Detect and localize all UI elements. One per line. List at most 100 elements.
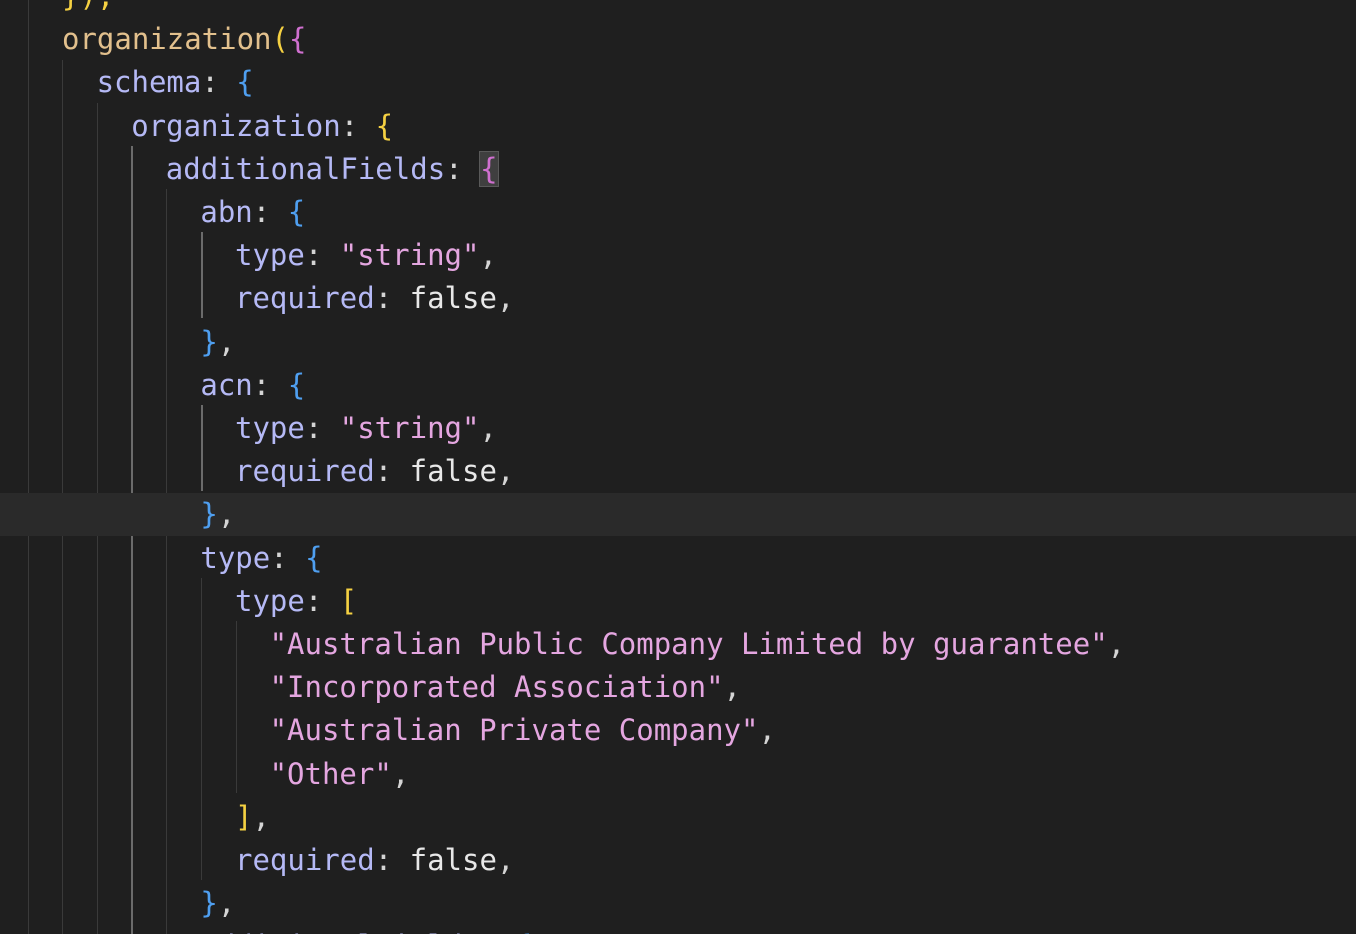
code-token: required [235,281,375,316]
code-token: : [252,367,288,402]
code-token: , [723,670,742,705]
code-line-content: acn: { [200,364,305,407]
code-line[interactable]: "Australian Private Company", [0,709,1356,752]
code-token: : [374,281,410,316]
code-line[interactable]: }, [0,882,1356,925]
code-token: , [217,886,236,921]
code-token: : [304,583,340,618]
code-token: type [200,540,271,575]
code-token: required [235,843,375,877]
code-line-content: type: "string", [235,234,497,277]
code-token: type [235,583,305,618]
code-token: { [288,22,307,57]
code-line[interactable]: additionalFields: { [0,925,1356,934]
code-token: , [217,324,236,359]
code-token: , [496,843,515,877]
code-token: : [374,843,410,877]
code-line[interactable]: type: "string", [0,234,1356,277]
code-token: organization [62,22,272,57]
code-token: , [217,497,236,532]
code-line-content: required: false, [235,839,514,882]
code-token: { [375,108,394,143]
code-line[interactable]: "Australian Public Company Limited by gu… [0,623,1356,666]
code-token: , [479,411,497,445]
code-token: , [496,454,515,489]
code-token: organization [131,108,341,143]
code-token: required [235,454,375,489]
code-token: "Australian Public Company Limited by gu… [269,627,1108,661]
code-editor[interactable]: });organization({schema: {organization: … [0,0,1356,934]
code-token: "string" [339,238,480,273]
code-token: : [201,65,237,100]
code-line-content: required: false, [235,450,514,493]
code-line-content: required: false, [235,277,514,320]
code-token: "Other" [269,756,392,791]
code-token: additionalFields [165,151,446,186]
code-line[interactable]: required: false, [0,277,1356,320]
code-token: : [374,454,410,489]
code-token: { [287,195,306,229]
code-line-current[interactable]: }, [0,493,1356,537]
code-line-content: type: { [200,537,322,580]
code-token: , [496,281,515,316]
code-token: , [252,799,270,834]
code-token: type [235,238,305,273]
code-line[interactable]: type: { [0,537,1356,580]
code-token: , [758,713,776,748]
code-line-content: "Incorporated Association", [270,666,741,709]
code-line-content: }, [200,321,235,364]
code-token: [ [339,583,358,618]
code-token: { [287,367,306,402]
code-token: false [409,454,497,489]
code-token: "string" [339,411,480,445]
code-line[interactable]: schema: { [0,61,1356,104]
code-token: ( [271,22,289,57]
code-line-content: additionalFields: { [200,925,532,934]
code-line-content: ], [235,796,270,839]
code-line[interactable]: ], [0,796,1356,839]
code-token: { [236,65,254,100]
code-token: : [480,929,515,934]
code-line-content: additionalFields: { [165,148,499,191]
code-line[interactable]: organization({ [0,18,1356,61]
code-token: type [235,411,305,445]
code-token: abn [200,195,253,229]
code-token: ] [235,799,253,834]
code-line[interactable]: type: [ [0,580,1356,623]
code-token: } [200,886,218,921]
code-token: acn [200,367,253,402]
code-line[interactable]: type: "string", [0,407,1356,450]
code-token: } [200,497,218,532]
code-line-content: organization: { [131,105,393,148]
code-token: schema [96,65,202,100]
code-token: { [305,540,323,575]
code-token: : [252,195,288,229]
code-token: false [409,843,497,877]
code-line-content: }, [200,493,235,536]
code-line-content: organization({ [62,18,306,61]
code-line[interactable]: }); [0,0,1356,18]
code-line[interactable]: additionalFields: { [0,148,1356,191]
code-line[interactable]: "Incorporated Association", [0,666,1356,709]
code-line-content: }, [200,882,235,925]
code-token: "Australian Private Company" [269,713,759,748]
code-token: { [515,929,532,934]
code-token: false [409,281,497,316]
code-token: , [479,238,497,273]
code-token: , [391,756,410,791]
code-line-content: abn: { [200,191,305,234]
code-line-content: }); [62,0,114,18]
code-line[interactable]: abn: { [0,191,1356,234]
code-line-content: "Other", [270,753,410,796]
code-line[interactable]: "Other", [0,753,1356,796]
code-token: } [200,324,218,359]
code-line[interactable]: }, [0,321,1356,364]
code-token: }); [62,0,114,13]
code-line-content: type: "string", [235,407,497,450]
code-line[interactable]: required: false, [0,839,1356,882]
code-token: additionalFields [200,929,479,934]
code-line[interactable]: acn: { [0,364,1356,407]
code-line[interactable]: organization: { [0,105,1356,148]
code-token: : [270,540,306,575]
code-line[interactable]: required: false, [0,450,1356,493]
